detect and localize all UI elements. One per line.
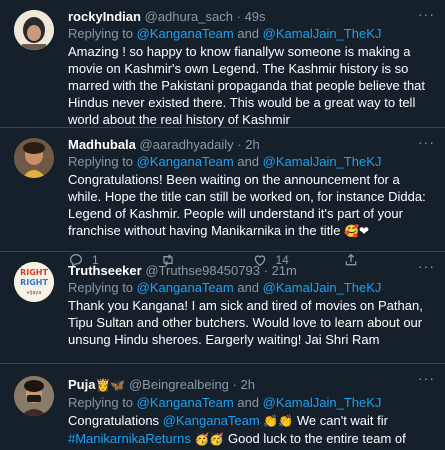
replying-to-and: and [237, 26, 260, 41]
avatar[interactable] [14, 138, 54, 178]
separator: · [237, 137, 242, 152]
emoji: 🥳🥳 [194, 432, 225, 446]
replying-to-label: Replying to [68, 395, 134, 410]
user-handle[interactable]: @Truthse98450793 [145, 263, 260, 278]
more-icon[interactable]: ··· [418, 6, 435, 22]
timestamp[interactable]: 49s [245, 9, 266, 24]
more-icon[interactable]: ··· [418, 258, 435, 274]
hashtag-link[interactable]: #ManikarnikaReturns [68, 431, 191, 446]
replying-to-and: and [237, 395, 260, 410]
replying-to-label: Replying to [68, 154, 134, 169]
replying-to: Replying to @KanganaTeam and @KamalJain_… [68, 279, 435, 296]
mention-link[interactable]: @KamalJain_TheKJ [263, 154, 382, 169]
mention-link[interactable]: @KanganaTeam [137, 26, 234, 41]
replying-to-label: Replying to [68, 26, 134, 41]
display-name[interactable]: Madhubala [68, 137, 136, 152]
tweet-text: Amazing ! so happy to know fianallyw som… [68, 44, 426, 127]
replying-to-label: Replying to [68, 280, 134, 295]
timestamp[interactable]: 21m [272, 263, 297, 278]
separator: · [232, 377, 237, 392]
replying-to: Replying to @KanganaTeam and @KamalJain_… [68, 25, 435, 42]
mention-link[interactable]: @KanganaTeam [137, 154, 234, 169]
tweet-header: Madhubala @aaradhyadaily · 2h [68, 136, 435, 153]
more-icon[interactable]: ··· [418, 134, 435, 150]
separator: · [236, 9, 241, 24]
avatar-text: RIGHT [20, 268, 48, 277]
replying-to: Replying to @KanganaTeam and @KamalJain_… [68, 153, 435, 170]
replying-to-and: and [237, 280, 260, 295]
name-emoji: 👸🦋 [95, 378, 126, 392]
mention-link[interactable]: @KamalJain_TheKJ [263, 395, 382, 410]
display-name[interactable]: Truthseeker [68, 263, 142, 278]
user-handle[interactable]: @Beingrealbeing [129, 377, 229, 392]
mention-link[interactable]: @KanganaTeam [163, 413, 260, 428]
avatar-text: RIGHT [20, 278, 48, 287]
separator: · [263, 263, 268, 278]
replying-to: Replying to @KanganaTeam and @KamalJain_… [68, 394, 435, 411]
tweet-header: Truthseeker @Truthse98450793 · 21m [68, 262, 435, 279]
tweet-header: Puja👸🦋 @Beingrealbeing · 2h [68, 376, 435, 394]
mention-link[interactable]: @KamalJain_TheKJ [263, 26, 382, 41]
tweet-header: rockyIndian @adhura_sach · 49s [68, 8, 435, 25]
user-handle[interactable]: @aaradhyadaily [140, 137, 234, 152]
tweet[interactable]: ··· rockyIndian @adhura_sach · 49s Reply… [0, 0, 445, 128]
avatar[interactable] [14, 10, 54, 50]
more-icon[interactable]: ··· [418, 370, 435, 386]
avatar[interactable] [14, 376, 54, 416]
display-name[interactable]: Puja [68, 377, 95, 392]
tweet-text: Congratulations! Been waiting on the ann… [68, 171, 435, 240]
timestamp[interactable]: 2h [241, 377, 255, 392]
tweet-text: Congratulations @KanganaTeam 👏👏 We can't… [68, 412, 435, 450]
tweet[interactable]: ··· Puja👸🦋 @Beingrealbeing · 2h Replying… [0, 364, 445, 450]
tweet-text: Thank you Kangana! I am sick and tired o… [68, 298, 423, 347]
replying-to-and: and [237, 154, 260, 169]
tweet-text-part: Congratulations [68, 413, 160, 428]
user-handle[interactable]: @adhura_sach [145, 9, 233, 24]
mention-link[interactable]: @KanganaTeam [137, 280, 234, 295]
avatar[interactable]: RIGHT RIGHT vijaya [14, 262, 54, 302]
emoji: 🥰❤ [344, 224, 370, 238]
mention-link[interactable]: @KanganaTeam [137, 395, 234, 410]
tweet[interactable]: ··· Madhubala @aaradhyadaily · 2h Replyi… [0, 128, 445, 268]
avatar-text: vijaya [27, 290, 42, 296]
tweet[interactable]: RIGHT RIGHT vijaya ··· Truthseeker @Trut… [0, 252, 445, 364]
tweet-feed: ··· rockyIndian @adhura_sach · 49s Reply… [0, 0, 445, 450]
display-name[interactable]: rockyIndian [68, 9, 141, 24]
emoji: 👏👏 [263, 414, 294, 428]
timestamp[interactable]: 2h [245, 137, 259, 152]
tweet-text-content: Congratulations! Been waiting on the ann… [68, 172, 426, 238]
tweet-text-part: We can't wait fir [296, 413, 388, 428]
mention-link[interactable]: @KamalJain_TheKJ [263, 280, 382, 295]
